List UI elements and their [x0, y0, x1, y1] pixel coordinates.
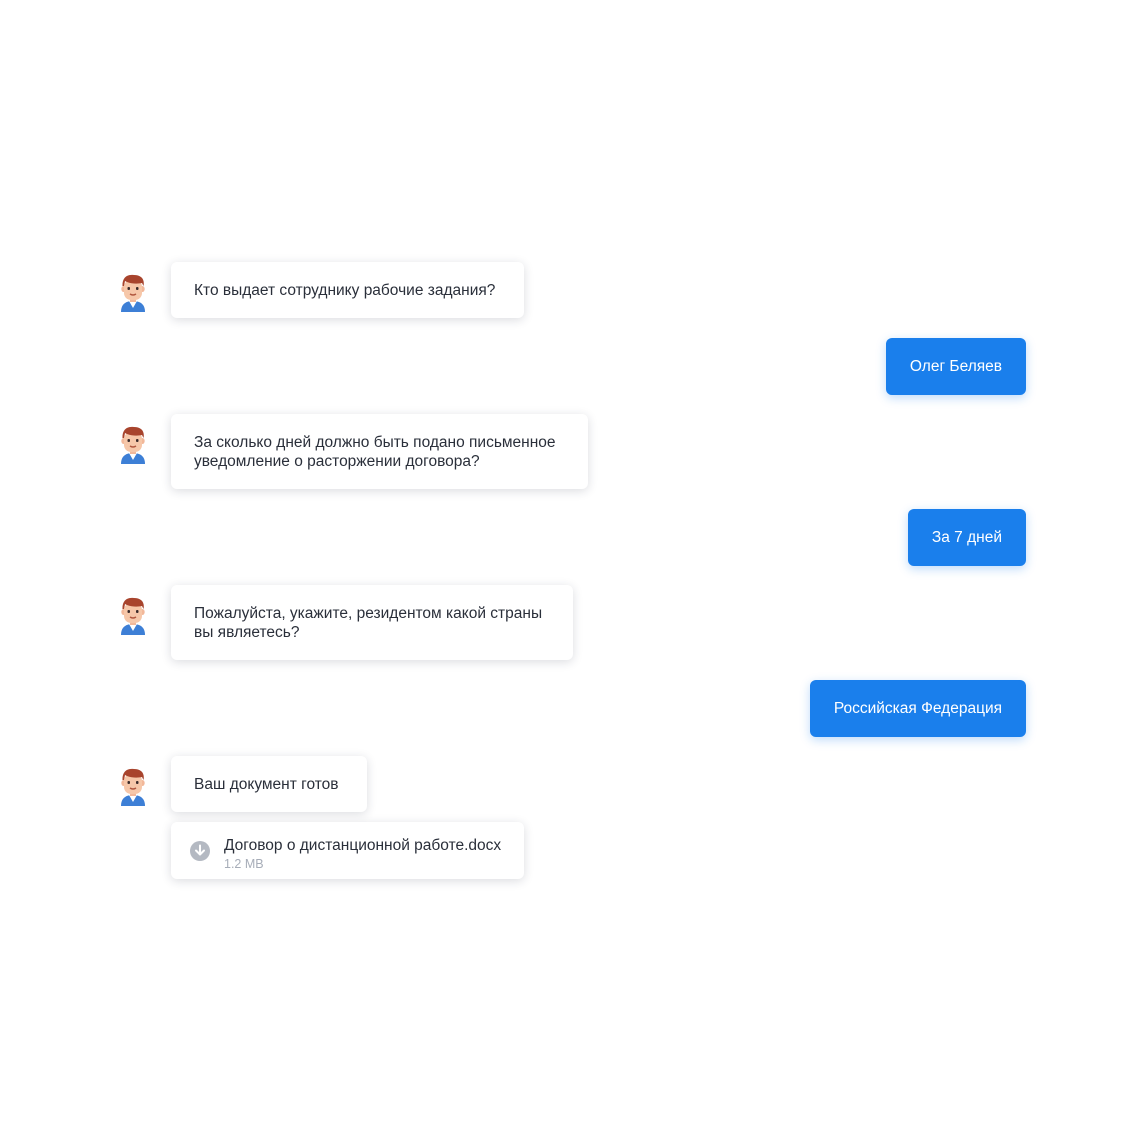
bot-message: Пожалуйста, укажите, резидентом какой ст… — [171, 585, 573, 660]
bot-message: Кто выдает сотруднику рабочие задания? — [171, 262, 524, 318]
file-name[interactable]: Договор о дистанционной работе.docx — [224, 836, 501, 855]
person-avatar-icon — [121, 274, 145, 312]
chat-thread: Кто выдает сотруднику рабочие задания? О… — [0, 0, 1140, 1140]
person-avatar-icon — [121, 426, 145, 464]
reply-label: Российская Федерация — [833, 699, 1002, 717]
message-text: Ваш документ готов — [194, 775, 339, 793]
person-avatar-icon — [121, 597, 145, 635]
bot-avatar — [116, 768, 150, 806]
user-reply-button[interactable]: Российская Федерация — [809, 680, 1026, 737]
bot-message: Ваш документ готов — [171, 756, 367, 812]
download-icon[interactable] — [190, 841, 210, 861]
message-text-line: Пожалуйста, укажите, резидентом какой ст… — [194, 604, 543, 622]
bot-avatar — [116, 597, 150, 635]
message-text-line: За сколько дней должно быть подано письм… — [194, 433, 556, 451]
person-avatar-icon — [121, 768, 145, 806]
bot-message: За сколько дней должно быть подано письм… — [171, 414, 588, 489]
user-reply-button[interactable]: За 7 дней — [907, 509, 1026, 566]
user-reply-button[interactable]: Олег Беляев — [885, 338, 1026, 395]
message-text: Кто выдает сотруднику рабочие задания? — [194, 281, 496, 299]
file-attachment[interactable]: Договор о дистанционной работе.docx 1.2 … — [171, 822, 524, 879]
message-text-line: вы являетесь? — [194, 623, 300, 641]
message-text-line: уведомление о расторжении договора? — [194, 452, 480, 470]
bot-avatar — [116, 274, 150, 312]
reply-label: За 7 дней — [931, 528, 1002, 546]
bot-avatar — [116, 426, 150, 464]
reply-label: Олег Беляев — [909, 357, 1002, 375]
file-size: 1.2 MB — [224, 857, 264, 871]
